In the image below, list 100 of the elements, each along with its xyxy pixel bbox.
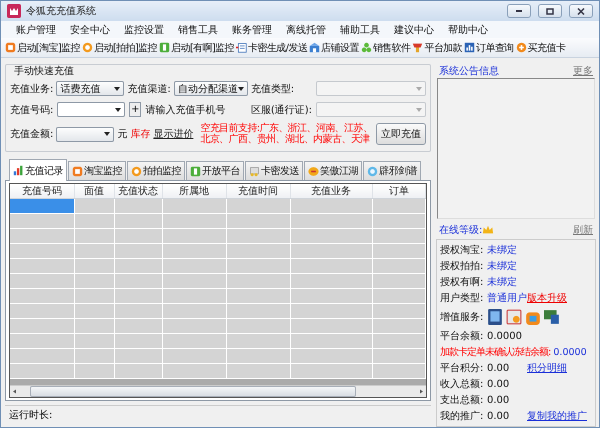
tab[interactable]: 充值记录 [9, 159, 67, 181]
minimize-button[interactable] [507, 4, 531, 18]
info-value: 未绑定 [487, 260, 518, 273]
menu-item[interactable]: 建议中心 [387, 22, 441, 36]
toolbar-button[interactable]: 卡密生成/发送 [236, 40, 308, 54]
info-label: 授权拍拍: [440, 260, 484, 273]
table-cell[interactable] [10, 228, 74, 244]
table-cell[interactable] [10, 244, 74, 258]
tab[interactable]: 开放平台 [186, 161, 244, 180]
shop-icon [309, 42, 320, 53]
info-value: 0.00 [487, 394, 510, 406]
recharge-button[interactable]: 立即充值 [376, 123, 426, 145]
toolbar-button[interactable]: 买充值卡 [516, 40, 566, 54]
dropdown[interactable] [57, 102, 126, 117]
table-cell[interactable] [10, 288, 74, 304]
add-button[interactable]: + [129, 102, 142, 117]
dropdown-arrow-icon [104, 132, 110, 136]
column-header[interactable]: 订单 [372, 184, 426, 198]
toolbar-button[interactable]: 平台加款 [412, 40, 462, 54]
tab[interactable]: 辟邪剑谱 [363, 161, 421, 180]
dropdown-arrow-icon [416, 108, 422, 112]
info-label: 授权淘宝: [440, 244, 484, 257]
column-header[interactable]: 面值 [74, 184, 114, 198]
info-value: 0.0000 [487, 330, 523, 342]
circle-icon [82, 42, 94, 53]
tab[interactable]: 笑傲江湖 [304, 161, 362, 180]
column-header[interactable]: 充值号码 [10, 184, 74, 198]
hint-text: 请输入充值手机号 [145, 104, 226, 116]
dropdown-arrow-icon [115, 108, 122, 112]
more-link[interactable]: 更多 [573, 64, 593, 78]
table-cell[interactable] [10, 198, 74, 214]
horizontal-scrollbar[interactable] [10, 385, 426, 397]
menu-item[interactable]: 账务管理 [225, 22, 279, 36]
maximize-button[interactable] [538, 4, 562, 18]
tab[interactable]: 拍拍监控 [127, 161, 185, 180]
dropdown-arrow-icon [416, 86, 422, 90]
crown-icon [482, 224, 494, 236]
info-label: 平台余额: [440, 330, 484, 343]
close-button[interactable] [569, 4, 593, 18]
info-label: 用户类型: [440, 292, 484, 305]
menu-item[interactable]: 销售工具 [171, 22, 225, 36]
dropdown[interactable]: 话费充值 [56, 81, 124, 96]
table-cell[interactable] [10, 214, 74, 228]
group-title: 手动快速充值 [14, 64, 74, 78]
menu-item[interactable]: 离线托管 [279, 22, 333, 36]
chart-icon [464, 42, 476, 53]
column-header[interactable]: 所属地 [162, 184, 226, 198]
toolbar-button[interactable]: 订单查询 [464, 40, 514, 54]
stock-link[interactable]: 库存 [130, 127, 150, 141]
info-link[interactable]: 复制我的推广 [527, 409, 587, 423]
info-label: 平台积分: [440, 362, 484, 375]
menu-item[interactable]: 辅助工具 [333, 22, 387, 36]
info-value: 0.00 [487, 378, 510, 390]
toolbar-button[interactable]: 销售软件 [360, 40, 410, 54]
column-header[interactable]: 充值时间 [226, 184, 290, 198]
info-value: 未绑定 [487, 276, 518, 289]
table-cell[interactable] [10, 348, 74, 364]
field-label: 充值渠道: [127, 82, 171, 96]
tab[interactable]: 卡密发送 [245, 161, 303, 180]
upgrade-link[interactable]: 版本升级 [527, 291, 567, 305]
table-cell[interactable] [10, 274, 74, 288]
info-value: 0.0000 [553, 346, 588, 358]
dropdown-arrow-icon [238, 86, 244, 90]
info-label: 我的推广: [440, 410, 484, 423]
refresh-link[interactable]: 刷新 [573, 223, 593, 237]
close-icon [577, 8, 585, 14]
field-label: 充值类型: [250, 82, 294, 96]
window-title: 令狐充充值系统 [26, 4, 97, 18]
column-header[interactable]: 充值业务 [290, 184, 372, 198]
dropdown[interactable]: 自动分配渠道 [174, 81, 248, 96]
minimize-icon [516, 10, 522, 12]
menu-item[interactable]: 帮助中心 [441, 22, 495, 36]
table-cell[interactable] [10, 364, 74, 378]
menu-item[interactable]: 监控设置 [117, 22, 171, 36]
left-arrow-icon[interactable] [13, 389, 17, 394]
menu-item[interactable]: 账户管理 [9, 22, 63, 36]
toolbar-button[interactable]: 启动[有啊]监控 [159, 40, 234, 54]
dropdown[interactable] [56, 126, 114, 142]
right-arrow-icon[interactable] [419, 389, 423, 394]
column-header[interactable]: 充值状态 [114, 184, 162, 198]
info-value: 未绑定 [487, 244, 518, 257]
table-cell[interactable] [10, 304, 74, 318]
toolbar-button[interactable]: 店铺设置 [309, 40, 359, 54]
square-icon [5, 42, 16, 53]
square-icon [190, 166, 201, 176]
info-label: 收入总额: [440, 378, 484, 391]
show-price-link[interactable]: 显示进价 [153, 127, 194, 141]
info-link[interactable]: 积分明细 [527, 361, 567, 375]
app-logo-icon [7, 4, 21, 18]
tab[interactable]: 淘宝监控 [68, 161, 126, 180]
menu-item[interactable]: 安全中心 [63, 22, 117, 36]
dropdown-arrow-icon [114, 86, 120, 90]
info-value: 0.00 [487, 410, 510, 422]
toolbar-button[interactable]: 启动[淘宝]监控 [5, 40, 80, 54]
table-cell[interactable] [10, 318, 74, 334]
table-cell[interactable] [10, 258, 74, 274]
info-label: 支出总额: [440, 394, 484, 407]
toolbar-button[interactable]: 启动[拍拍]监控 [82, 40, 158, 54]
table-cell[interactable] [10, 334, 74, 348]
circle-icon [131, 166, 142, 176]
